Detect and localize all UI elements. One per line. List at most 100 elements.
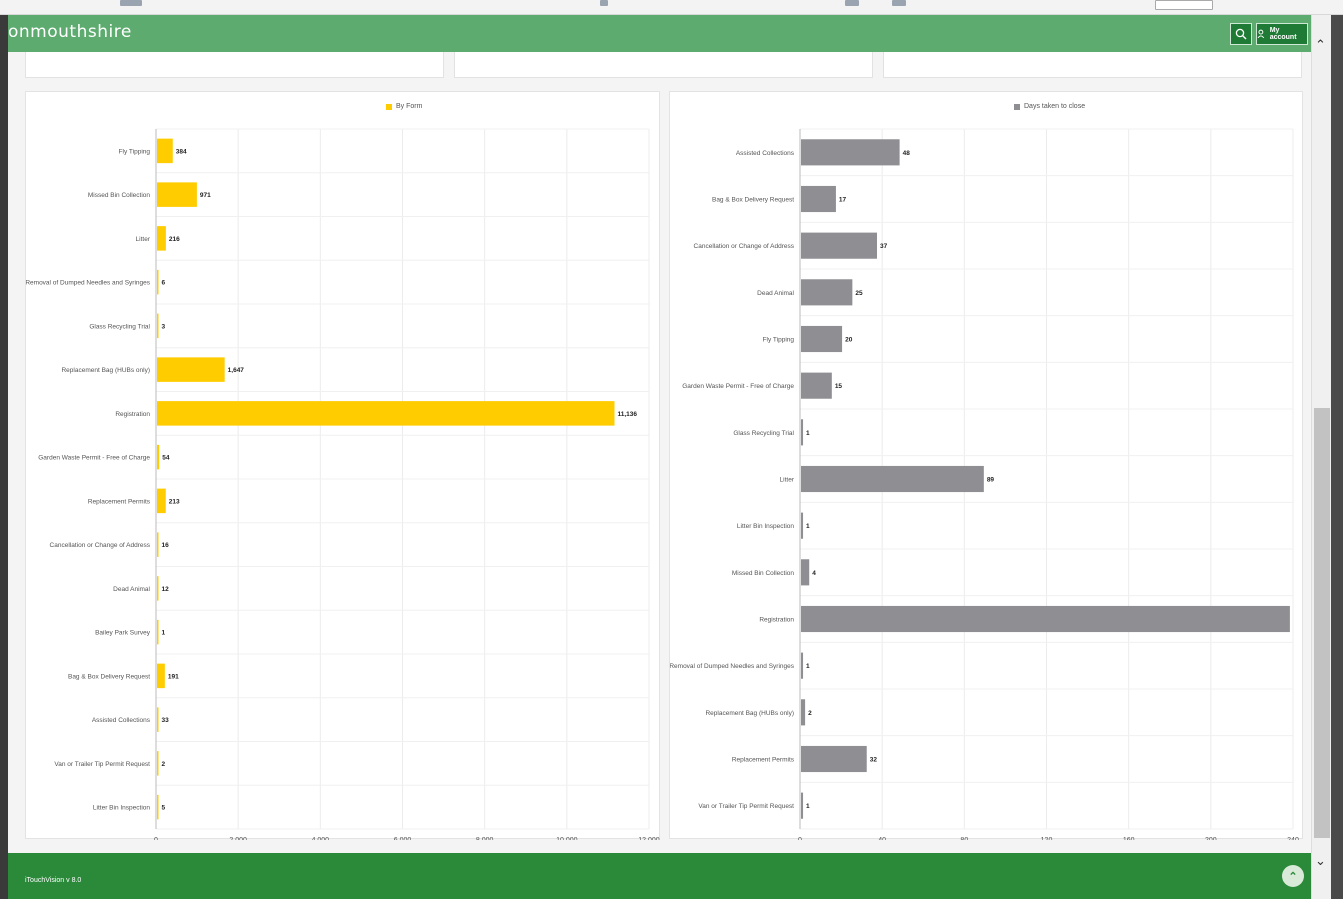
bar[interactable] [157,794,159,820]
chevron-up-icon[interactable]: ⌃ [1315,37,1326,53]
days-to-close-bar-chart: 04080120160200240Assisted Collections48B… [670,128,1299,840]
bar[interactable] [801,465,984,493]
x-tick-label: 0 [154,837,158,840]
bar[interactable] [157,357,225,382]
data-label: 5 [162,805,166,812]
bar[interactable] [801,745,867,773]
data-label: 971 [200,192,211,199]
bar[interactable] [157,138,173,164]
left-window-edge [0,15,8,899]
category-label: Removal of Dumped Needles and Syringes [670,663,795,670]
bar[interactable] [801,372,832,399]
category-label: Van or Trailer Tip Permit Request [698,803,794,810]
x-tick-label: 200 [1205,837,1217,840]
category-label: Dead Animal [757,290,794,297]
x-tick-label: 12,000 [638,837,660,840]
bar[interactable] [157,707,159,732]
bar[interactable] [157,401,615,426]
bar[interactable] [801,185,836,213]
bar[interactable] [801,279,853,306]
category-label: Litter [136,236,151,243]
category-label: Replacement Permits [88,498,151,505]
x-tick-label: 160 [1123,837,1135,840]
data-label: 12 [162,586,170,593]
bar[interactable] [157,182,197,207]
bar[interactable] [801,325,843,353]
category-label: Dead Animal [113,586,150,593]
data-label: 20 [845,337,853,344]
bar[interactable] [157,269,159,295]
bar[interactable] [801,652,804,679]
user-icon [1257,29,1265,39]
category-label: Cancellation or Change of Address [694,243,795,250]
category-label: Litter [780,477,795,484]
data-label: 54 [162,455,170,462]
bar[interactable] [157,532,159,557]
my-account-button[interactable]: My account [1256,23,1308,45]
search-button[interactable] [1230,23,1252,45]
bar[interactable] [157,619,159,645]
bar[interactable] [801,512,804,539]
category-label: Cancellation or Change of Address [50,542,151,549]
category-label: Fly Tipping [119,148,151,155]
bar[interactable] [801,559,810,586]
bar[interactable] [157,444,160,470]
x-tick-label: 120 [1041,837,1053,840]
browser-toolbar-strip [0,0,1343,15]
category-label: Missed Bin Collection [732,570,795,577]
page-viewport: onmouthshire My account By Form 02,0004,… [8,15,1311,899]
data-label: 3 [162,323,166,330]
category-label: Bailey Park Survey [95,630,151,637]
chevron-up-icon: ⌃ [1288,870,1298,883]
bar[interactable] [157,226,166,251]
category-label: Bag & Box Delivery Request [712,197,794,204]
page-scrollbar[interactable]: ⌃ ⌄ [1311,15,1331,899]
data-label: 11,136 [618,411,638,418]
dashboard-card [883,52,1302,78]
toolbar-field[interactable] [1155,0,1213,10]
dashboard-card [454,52,873,78]
bar[interactable] [157,663,165,689]
bar[interactable] [801,232,878,259]
data-label: 33 [162,717,170,724]
data-label: 1 [806,663,810,670]
data-label: 25 [855,290,863,297]
bar[interactable] [157,576,159,601]
category-label: Litter Bin Inspection [93,805,150,812]
data-label: 48 [903,150,911,157]
toolbar-icon[interactable] [892,0,906,6]
bar[interactable] [801,419,804,446]
category-label: Replacement Bag (HUBs only) [705,710,794,717]
bar[interactable] [157,313,159,339]
category-label: Replacement Permits [732,757,795,764]
data-label: 1,647 [228,367,245,374]
right-window-edge [1331,15,1343,899]
category-label: Registration [759,617,794,624]
bar[interactable] [801,699,806,726]
bar[interactable] [801,605,1290,633]
category-label: Missed Bin Collection [88,192,151,199]
bar[interactable] [801,139,900,166]
x-tick-label: 240 [1287,837,1299,840]
category-label: Assisted Collections [736,150,795,157]
data-label: 16 [162,542,170,549]
days-to-close-chart-panel: Days taken to close 04080120160200240Ass… [669,91,1303,840]
scrollbar-thumb[interactable] [1314,408,1330,838]
category-label: Fly Tipping [763,337,795,344]
bar[interactable] [801,792,804,819]
toolbar-icon[interactable] [845,0,859,6]
category-label: Litter Bin Inspection [737,523,794,530]
site-brand[interactable]: onmouthshire [8,22,132,42]
data-label: 216 [169,236,180,243]
toolbar-icon[interactable] [600,0,608,6]
scroll-to-top-button[interactable]: ⌃ [1282,865,1304,887]
category-label: Garden Waste Permit - Free of Charge [682,383,794,390]
data-label: 37 [880,243,888,250]
chevron-down-icon[interactable]: ⌄ [1315,853,1326,869]
toolbar-icon[interactable] [120,0,142,6]
data-label: 213 [169,498,180,505]
bar[interactable] [157,751,159,776]
bar[interactable] [157,488,166,514]
data-label: 15 [835,383,843,390]
by-form-bar-chart: 0 2,000 4,000 6,000 8,000 10,000 12,000 Fly Tip… [26,128,660,840]
